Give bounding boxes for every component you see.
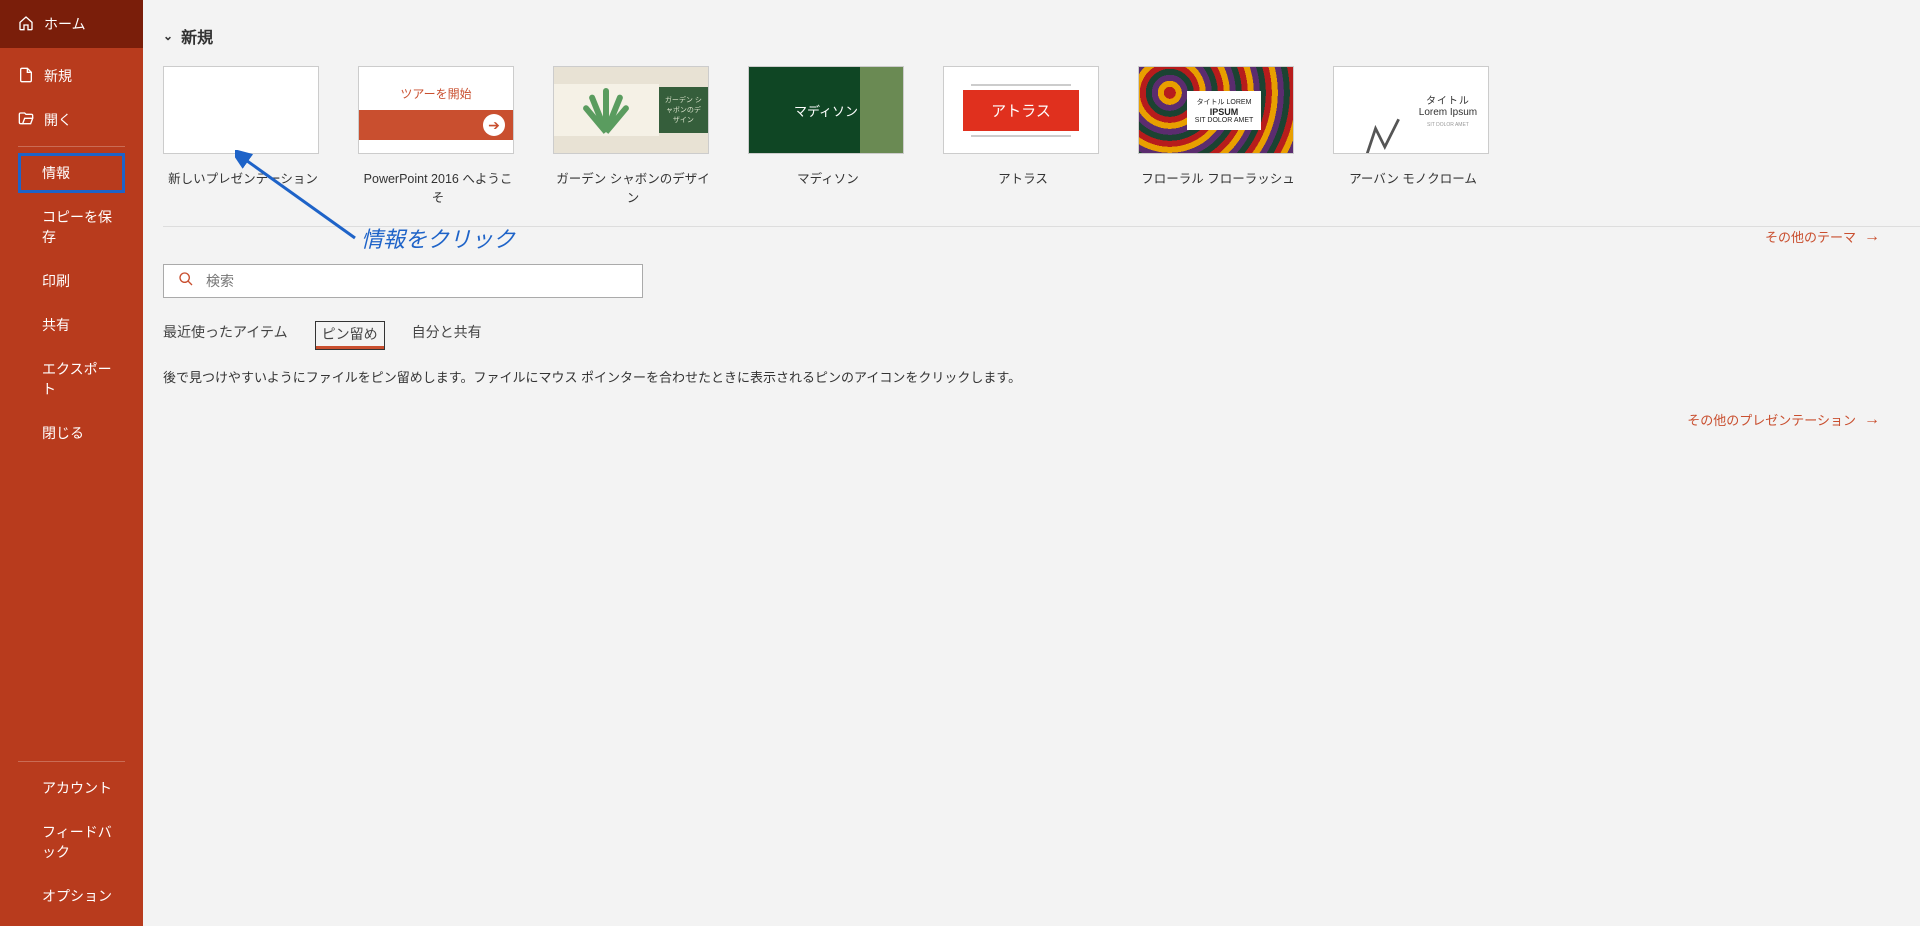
template-label: フローラル フローラッシュ	[1138, 168, 1298, 187]
thumb-title-2: Lorem Ipsum	[1414, 107, 1482, 118]
sidebar-label: アカウント	[42, 778, 112, 798]
template-atlas[interactable]: アトラス アトラス	[943, 66, 1103, 206]
tab-pinned[interactable]: ピン留め	[316, 322, 384, 349]
search-box[interactable]	[163, 264, 643, 298]
sidebar-label: 新規	[44, 66, 72, 86]
template-label: アトラス	[943, 168, 1103, 187]
template-urban[interactable]: タイトル Lorem Ipsum SIT DOLOR AMET アーバン モノク…	[1333, 66, 1493, 206]
thumb-title-1: タイトル	[1414, 92, 1482, 107]
thumb-side-text: ガーデン シャボンのデザイン	[659, 87, 708, 133]
sidebar-item-export[interactable]: エクスポート	[0, 347, 143, 411]
thumb-card-top: タイトル LOREM	[1195, 97, 1254, 107]
section-header-new[interactable]: ⌄ 新規	[163, 0, 1920, 66]
template-thumbnail: マディソン	[748, 66, 904, 154]
tab-recent[interactable]: 最近使ったアイテム	[163, 322, 288, 349]
thumb-center-text: マディソン	[794, 101, 858, 120]
tab-shared[interactable]: 自分と共有	[412, 322, 482, 349]
sidebar-label: 閉じる	[42, 423, 84, 443]
sidebar-label: エクスポート	[42, 359, 125, 399]
thumb-card-bot: SIT DOLOR AMET	[1195, 117, 1254, 124]
pinned-hint: 後で見つけやすいようにファイルをピン留めします。ファイルにマウス ポインターを合…	[163, 367, 1920, 386]
template-thumbnail	[163, 66, 319, 154]
thumb-card-mid: IPSUM	[1195, 107, 1254, 117]
main-content: ⌄ 新規 新しいプレゼンテーション ツアーを開始 ➔ PowerPoint 20…	[143, 0, 1920, 926]
sidebar-label: 印刷	[42, 271, 70, 291]
template-thumbnail: アトラス	[943, 66, 1099, 154]
sidebar-item-new[interactable]: 新規	[0, 54, 143, 98]
home-icon	[18, 15, 34, 34]
template-thumbnail: タイトル Lorem Ipsum SIT DOLOR AMET	[1333, 66, 1489, 154]
section-title: 新規	[181, 24, 213, 48]
sidebar-label: コピーを保存	[42, 207, 125, 247]
sidebar-item-close[interactable]: 閉じる	[0, 411, 143, 455]
link-label: その他のテーマ	[1765, 227, 1856, 246]
template-gallery: 新しいプレゼンテーション ツアーを開始 ➔ PowerPoint 2016 へよ…	[163, 66, 1920, 226]
template-madison[interactable]: マディソン マディソン	[748, 66, 908, 206]
search-icon	[178, 271, 194, 291]
template-thumbnail: ガーデン シャボンのデザイン	[553, 66, 709, 154]
new-file-icon	[18, 67, 34, 86]
arrow-right-icon: ➔	[483, 114, 505, 136]
backstage-sidebar: ホーム 新規 開く 情報 コピーを保存 印刷 共有 エクスポート 閉じる アカウ…	[0, 0, 143, 926]
template-label: 新しいプレゼンテーション	[163, 168, 323, 187]
tour-text: ツアーを開始	[400, 85, 471, 102]
sidebar-item-options[interactable]: オプション	[0, 874, 143, 926]
sidebar-label: 情報	[42, 163, 70, 183]
template-thumbnail: タイトル LOREM IPSUM SIT DOLOR AMET	[1138, 66, 1294, 154]
template-label: ガーデン シャボンのデザイン	[553, 168, 713, 206]
sidebar-item-feedback[interactable]: フィードバック	[0, 810, 143, 874]
link-label: その他のプレゼンテーション	[1687, 410, 1856, 429]
sidebar-item-share[interactable]: 共有	[0, 303, 143, 347]
template-label: マディソン	[748, 168, 908, 187]
sidebar-divider	[18, 146, 125, 147]
search-input[interactable]	[206, 273, 628, 289]
sidebar-label: フィードバック	[42, 822, 125, 862]
sidebar-item-print[interactable]: 印刷	[0, 259, 143, 303]
template-blank[interactable]: 新しいプレゼンテーション	[163, 66, 323, 206]
folder-open-icon	[18, 111, 34, 130]
more-themes-link[interactable]: その他のテーマ →	[1765, 227, 1880, 246]
sidebar-item-home[interactable]: ホーム	[0, 0, 143, 48]
sidebar-divider	[18, 761, 125, 762]
thumb-center-text: アトラス	[963, 90, 1079, 131]
sidebar-item-open[interactable]: 開く	[0, 98, 143, 142]
more-presentations-link[interactable]: その他のプレゼンテーション →	[1687, 410, 1880, 429]
template-label: PowerPoint 2016 へようこそ	[358, 168, 518, 206]
arrow-right-icon: →	[1864, 228, 1880, 246]
sidebar-label: 共有	[42, 315, 70, 335]
arrow-right-icon: →	[1864, 411, 1880, 429]
sidebar-item-info[interactable]: 情報	[18, 153, 125, 193]
sidebar-label: 開く	[44, 110, 72, 130]
chevron-down-icon: ⌄	[163, 29, 173, 43]
sidebar-item-account[interactable]: アカウント	[0, 766, 143, 810]
thumb-title-3: SIT DOLOR AMET	[1414, 122, 1482, 128]
sidebar-label: オプション	[42, 886, 112, 906]
template-thumbnail: ツアーを開始 ➔	[358, 66, 514, 154]
template-floral[interactable]: タイトル LOREM IPSUM SIT DOLOR AMET フローラル フロ…	[1138, 66, 1298, 206]
sidebar-label: ホーム	[44, 14, 86, 34]
sidebar-item-save-copy[interactable]: コピーを保存	[0, 195, 143, 259]
template-garden[interactable]: ガーデン シャボンのデザイン ガーデン シャボンのデザイン	[553, 66, 713, 206]
template-label: アーバン モノクローム	[1333, 168, 1493, 187]
template-welcome-tour[interactable]: ツアーを開始 ➔ PowerPoint 2016 へようこそ	[358, 66, 518, 206]
recent-tabs: 最近使ったアイテム ピン留め 自分と共有	[163, 322, 1920, 349]
